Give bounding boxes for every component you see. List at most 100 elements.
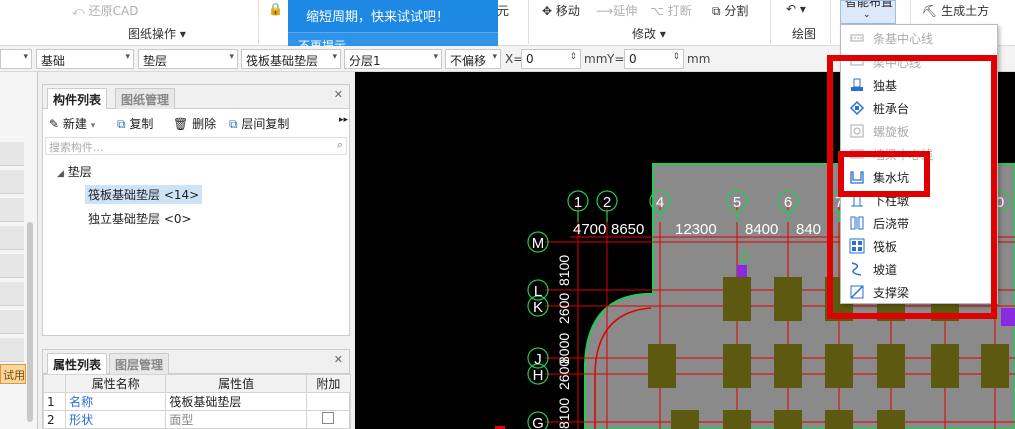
pier (877, 410, 905, 429)
x-input[interactable]: 0 ⇕ (521, 49, 581, 69)
extend-button[interactable]: ⟶延伸 (596, 2, 637, 19)
menu-item-wall-beam[interactable]: 墙梁中心线 (845, 143, 995, 165)
menu-item-label: 坡道 (873, 263, 898, 277)
menu-item-spiral-plate[interactable]: 螺旋板 (845, 120, 995, 142)
prop-value[interactable]: 筏板基础垫层 (165, 392, 307, 411)
gen-earthwork-label: 生成土方 (941, 4, 990, 18)
sublayer-value: 分层1 (349, 54, 381, 68)
floor-select[interactable]: 基础 ▾ (36, 49, 134, 69)
smart-layout-button[interactable]: 智能布置 ⌄ (840, 0, 896, 24)
nav-item[interactable] (0, 282, 24, 306)
tree-item-isolated-cushion[interactable]: 独立基础垫层 <0> (85, 209, 195, 228)
menu-item-label: 墙梁中心线 (873, 148, 934, 162)
nav-item[interactable] (0, 254, 24, 278)
y-input[interactable]: 0 ⇕ (624, 49, 684, 69)
tab-component-list[interactable]: 构件列表 (47, 88, 108, 109)
header-num (42, 374, 67, 393)
delete-label: 删除 (192, 117, 217, 131)
toolbar-left-select[interactable]: ▾ (0, 49, 32, 69)
vertical-dim: 8100 (556, 398, 572, 429)
move-button[interactable]: ✥ 移动 (542, 2, 580, 19)
spacing-label: 840 (796, 221, 821, 238)
header-prop-value: 属性值 (165, 374, 307, 393)
break-button[interactable]: ⌥ 打断 (650, 2, 692, 19)
extra-checkbox[interactable] (305, 410, 352, 429)
group-modify[interactable]: 修改 ▾ (632, 25, 666, 42)
ribbon-divider (770, 0, 771, 44)
tree-item-raft-cushion[interactable]: 筏板基础垫层 <14> (85, 185, 203, 204)
new-label: 新建 (62, 117, 87, 131)
split-label: 分割 (724, 4, 749, 18)
lock-icon[interactable]: 🔒 (268, 2, 283, 16)
copy-button[interactable]: ⧉ 复制 (117, 115, 153, 132)
ribbon-divider (528, 0, 529, 44)
nav-item[interactable] (0, 142, 24, 166)
menu-item-label: 梁中心线 (873, 56, 922, 70)
sump-marker[interactable] (1001, 308, 1015, 326)
axis-number: 6 (784, 194, 792, 211)
row-num: 1 (42, 392, 67, 411)
close-icon[interactable]: ✕ (334, 353, 343, 366)
nav-item[interactable] (0, 338, 24, 362)
menu-item-column-pier[interactable]: 下柱墩 (845, 189, 995, 211)
close-icon[interactable]: ✕ (334, 88, 343, 101)
sublayer-select[interactable]: 分层1 ▾ (344, 49, 442, 69)
menu-item-isolated-footing[interactable]: 独基 (845, 74, 995, 96)
component-type-select[interactable]: 筏板基础垫层 ▾ (241, 49, 341, 69)
category-select-value: 垫层 (143, 54, 168, 68)
nav-item[interactable] (0, 198, 24, 222)
menu-item-ramp[interactable]: 坡道 (845, 258, 995, 280)
category-select[interactable]: 垫层 ▾ (138, 49, 238, 69)
floor-copy-button[interactable]: ⧉ 层间复制 (229, 115, 289, 132)
delete-button[interactable]: 🗑 删除 (173, 115, 216, 132)
extend-label: 延伸 (613, 4, 638, 18)
split-button[interactable]: ⧉ 分割 (712, 2, 748, 19)
tab-properties[interactable]: 属性列表 (47, 353, 108, 374)
axis-letter: L (534, 283, 542, 300)
menu-item-label: 筏板 (873, 240, 898, 254)
prop-value[interactable]: 面型 (165, 410, 307, 429)
menu-item-beam-centerline[interactable]: 梁中心线 (845, 51, 995, 73)
tab-layer-management[interactable]: 图层管理 (109, 353, 170, 374)
menu-item-raft[interactable]: 筏板 (845, 235, 995, 257)
axis-number: 5 (733, 194, 741, 211)
nav-item[interactable] (0, 310, 24, 334)
table-row[interactable]: 1 名称 筏板基础垫层 (42, 392, 352, 411)
y-unit: mm (687, 52, 711, 66)
table-row[interactable]: 2 形状 面型 (42, 410, 352, 429)
new-button[interactable]: ✎ 新建 ▾ (49, 115, 95, 132)
group-drawing-ops[interactable]: 图纸操作 ▾ (128, 25, 186, 42)
tree-root[interactable]: ◢ 垫层 (57, 163, 92, 180)
group-draw: 绘图 (792, 27, 817, 41)
menu-item-label: 后浇带 (873, 217, 910, 231)
menu-item-sump-pit[interactable]: 集水坑 (845, 166, 995, 188)
menu-item-post-pour-strip[interactable]: 后浇带 (845, 212, 995, 234)
tab-drawing-management[interactable]: 图纸管理 (115, 88, 176, 109)
arc-icon[interactable]: ↶ ▾ (786, 2, 806, 16)
menu-item-support-beam[interactable]: 支撑梁 (845, 281, 995, 303)
menu-item-label: 独基 (873, 79, 898, 93)
axis-number: 4 (656, 194, 664, 211)
search-icon: ⌕ (336, 138, 343, 151)
pile-cap-icon (849, 100, 865, 116)
menu-item-pile-cap[interactable]: 桩承台 (845, 97, 995, 119)
nav-item[interactable] (0, 170, 24, 194)
menu-item-strip-centerline[interactable]: 条基中心线 (845, 27, 995, 49)
more-icon[interactable]: ▸▸ (339, 115, 348, 125)
beam-centerline-icon (849, 54, 865, 70)
floor-copy-icon: ⧉ (229, 117, 238, 131)
component-tabs: 构件列表 图纸管理 ✕ (43, 85, 349, 109)
raft-icon (849, 238, 865, 254)
gen-earthwork-button[interactable]: ⛏ 生成土方 (922, 2, 989, 19)
nav-item[interactable] (0, 226, 24, 250)
strip-centerline-icon (849, 30, 865, 46)
property-tabs: 属性列表 图层管理 ✕ (43, 350, 349, 374)
extra-cell (305, 392, 352, 411)
offset-value: 不偏移 (450, 54, 487, 68)
sump-marker[interactable] (737, 265, 747, 277)
trial-badge[interactable]: 试用 (0, 364, 26, 384)
search-input[interactable]: 搜索构件... ⌕ (45, 137, 347, 155)
scrollbar[interactable] (27, 222, 33, 422)
offset-select[interactable]: 不偏移 ▾ (445, 49, 501, 69)
restore-cad-button[interactable]: ⤺ 还原CAD (72, 2, 139, 19)
